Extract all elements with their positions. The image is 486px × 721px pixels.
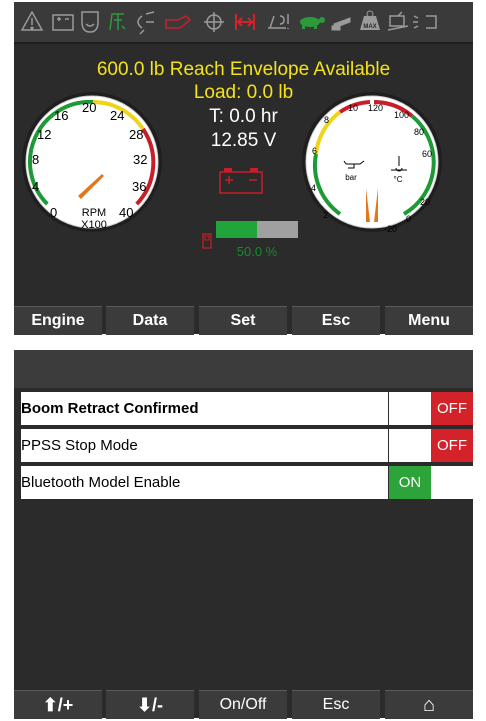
- up-plus-softkey[interactable]: ⬆/+: [14, 690, 102, 719]
- toggle-state: ON: [389, 466, 431, 499]
- headlights-icon: [137, 11, 155, 35]
- settings-screen: Boom Retract Confirmed OFF PPSS Stop Mod…: [14, 350, 473, 719]
- indicator-icons: MAX: [20, 10, 437, 35]
- toggle-state: OFF: [431, 392, 473, 425]
- toggle-on-half: [389, 392, 431, 425]
- rpm-tick-label: 4: [32, 179, 39, 194]
- setting-label: PPSS Stop Mode: [21, 437, 138, 454]
- fuel-level-fill: [216, 221, 257, 238]
- toggle-on-half: [389, 429, 431, 462]
- esc-softkey[interactable]: Esc: [292, 690, 380, 719]
- axle-lock-icon: [235, 14, 255, 30]
- rpm-tick-label: 8: [32, 152, 39, 167]
- oil-tick-label: 8: [324, 115, 329, 125]
- rpm-gauge: 0 4 8 12 16 20 24 28 32 36 40 RPM X100: [22, 92, 162, 232]
- setting-row-boom-retract[interactable]: Boom Retract Confirmed: [21, 392, 388, 425]
- tortoise-mode-icon: [300, 17, 325, 29]
- rpm-tick-label: 40: [119, 205, 133, 220]
- fuel-level-bar: [216, 221, 298, 238]
- rpm-tick-label: 28: [129, 127, 143, 142]
- temp-tick-label: 0: [406, 214, 411, 224]
- esc-softkey[interactable]: Esc: [292, 306, 380, 335]
- rpm-tick-label: 16: [54, 108, 68, 123]
- oil-tick-label: 6: [312, 146, 317, 156]
- bluetooth-toggle[interactable]: ON: [389, 466, 473, 499]
- platform-overload-icon: [268, 14, 289, 29]
- rpm-unit: RPM: [82, 207, 106, 219]
- boom-retract-toggle[interactable]: OFF: [389, 392, 473, 425]
- battery-alert-icon: [219, 168, 263, 194]
- battery-warning-icon: [52, 14, 74, 31]
- temp-tick-label: 20: [420, 197, 430, 207]
- dashboard-screen: MAX 600.0 lb Reach Envelope Available Lo…: [14, 2, 473, 335]
- rpm-tick-label: 20: [82, 100, 96, 115]
- settings-header: [14, 350, 473, 388]
- differential-lock-icon: [204, 12, 224, 32]
- rpm-tick-label: 0: [50, 205, 57, 220]
- setting-label: Boom Retract Confirmed: [21, 400, 199, 417]
- warning-triangle-icon: [20, 10, 44, 31]
- setting-row-ppss-stop[interactable]: PPSS Stop Mode: [21, 429, 388, 462]
- ppss-stop-toggle[interactable]: OFF: [389, 429, 473, 462]
- setting-label: Bluetooth Model Enable: [21, 474, 181, 491]
- temp-unit: °C: [394, 175, 403, 184]
- max-load-icon: MAX: [360, 10, 380, 30]
- temp-tick-label: 80: [414, 127, 424, 137]
- data-softkey[interactable]: Data: [106, 306, 194, 335]
- on-off-softkey[interactable]: On/Off: [199, 690, 287, 719]
- rpm-tick-label: 36: [132, 179, 146, 194]
- engine-softkey[interactable]: Engine: [14, 306, 102, 335]
- engine-oil-icon: [165, 15, 192, 29]
- reach-envelope-text: 600.0 lb Reach Envelope Available: [96, 59, 391, 80]
- setting-row-bluetooth[interactable]: Bluetooth Model Enable: [21, 466, 388, 499]
- tilt-deck-icon: [387, 11, 409, 31]
- home-softkey[interactable]: ⌂: [385, 690, 473, 719]
- indicator-bar: MAX: [14, 2, 473, 44]
- temp-tick-label: 100: [394, 110, 409, 120]
- rpm-multiplier: X100: [81, 219, 107, 231]
- svg-text:MAX: MAX: [363, 24, 376, 30]
- toggle-off-half: [431, 466, 473, 499]
- temp-tick-label: 120: [368, 103, 383, 113]
- oil-tick-label: 10: [348, 103, 358, 113]
- settings-softkey-bar: ⬆/+ ⬇/- On/Off Esc ⌂: [14, 690, 473, 719]
- toggle-state: OFF: [431, 429, 473, 462]
- temp-oil-gauge: 2 4 6 8 10 -20 0 20 60 80 100 120 bar °C: [302, 92, 442, 234]
- temp-tick-label: -20: [384, 224, 397, 234]
- fuel-percent: 50.0 %: [236, 244, 278, 259]
- down-minus-softkey[interactable]: ⬇/-: [106, 690, 194, 719]
- boom-icon: [331, 17, 351, 31]
- temp-tick-label: 60: [422, 149, 432, 159]
- rpm-tick-label: 12: [37, 127, 51, 142]
- menu-softkey[interactable]: Menu: [385, 306, 473, 335]
- oil-tick-label: 2: [323, 210, 328, 220]
- rpm-tick-label: 24: [110, 108, 124, 123]
- fuel-pump-icon: [202, 233, 212, 249]
- dashboard-softkey-bar: Engine Data Set Esc Menu: [14, 306, 473, 335]
- rpm-tick-label: 32: [133, 152, 147, 167]
- oil-unit: bar: [345, 173, 357, 182]
- beacon-icon: [413, 15, 437, 29]
- tilt-alarm-icon: [109, 13, 126, 31]
- glow-plug-icon: [81, 11, 99, 33]
- oil-tick-label: 4: [311, 183, 316, 193]
- set-softkey[interactable]: Set: [199, 306, 287, 335]
